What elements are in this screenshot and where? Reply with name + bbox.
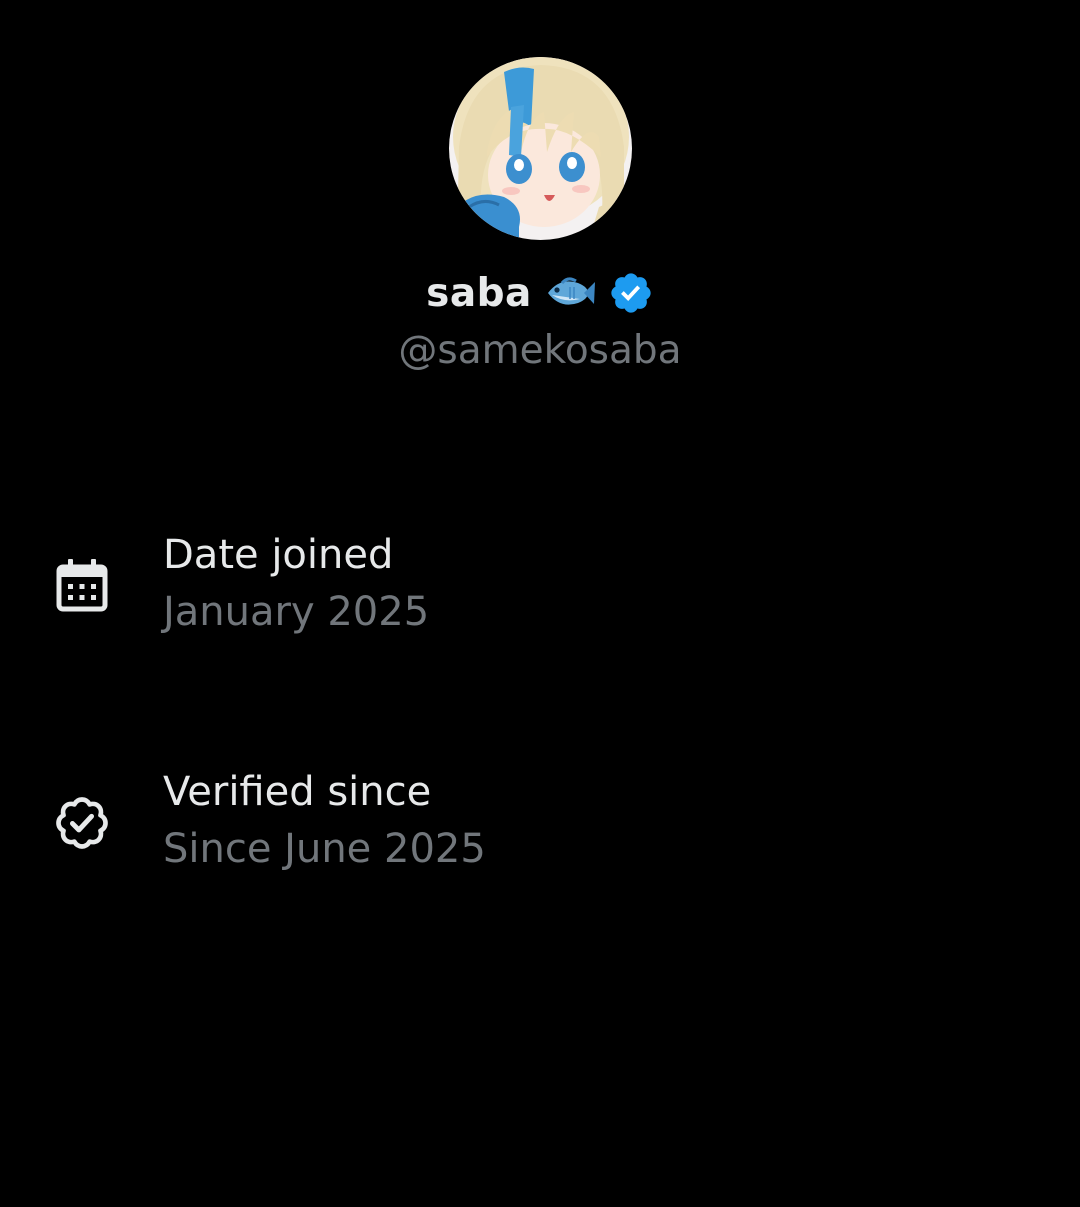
verified-badge-icon[interactable] — [608, 270, 654, 316]
verified-since-value: Since June 2025 — [163, 826, 486, 872]
profile-handle: @samekosaba — [398, 328, 682, 373]
date-joined-title: Date joined — [163, 532, 394, 578]
avatar[interactable] — [449, 57, 632, 240]
verified-outline-icon — [51, 792, 113, 854]
avatar-image — [449, 57, 632, 240]
verified-since-title: Verified since — [163, 769, 432, 815]
verified-since-row: Verified since Since June 2025 — [0, 765, 1080, 875]
profile-name-row: saba — [0, 266, 1080, 320]
display-name: saba — [426, 270, 532, 316]
fish-icon — [547, 277, 595, 305]
date-joined-row: Date joined January 2025 — [0, 528, 1080, 638]
calendar-icon — [51, 555, 113, 617]
date-joined-value: January 2025 — [163, 589, 430, 635]
